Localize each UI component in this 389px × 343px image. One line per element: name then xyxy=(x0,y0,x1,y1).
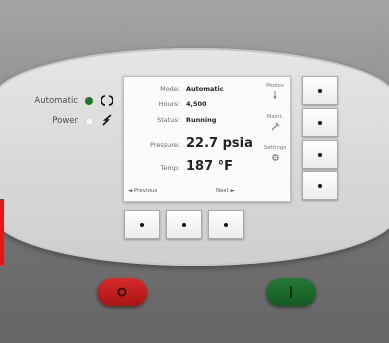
power-label: Power xyxy=(52,116,78,126)
start-button[interactable] xyxy=(266,278,316,306)
hours-value: 4,500 xyxy=(186,100,207,108)
automatic-label: Automatic xyxy=(34,96,78,106)
button-dot xyxy=(318,120,322,125)
hours-label: Hours: xyxy=(158,100,180,108)
stop-button[interactable] xyxy=(97,278,147,306)
button-dot xyxy=(182,222,186,227)
side-menu-settings[interactable]: Settings xyxy=(262,145,288,151)
status-value: Running xyxy=(186,116,217,124)
bottom-button-1[interactable] xyxy=(124,210,160,239)
side-button-2[interactable] xyxy=(302,108,338,137)
previous-nav[interactable]: ◄ Previous xyxy=(128,188,157,194)
mode-value: Automatic xyxy=(186,85,224,93)
lightning-icon xyxy=(102,114,112,126)
button-dot xyxy=(318,88,322,93)
wrench-icon xyxy=(271,122,280,131)
next-nav[interactable]: Next ► xyxy=(216,188,235,194)
side-menu-modes[interactable]: Modes xyxy=(262,83,288,89)
bottom-button-3[interactable] xyxy=(208,210,244,239)
side-button-3[interactable] xyxy=(302,140,338,169)
button-dot xyxy=(318,183,322,188)
temp-label: Temp: xyxy=(160,164,180,172)
automatic-led xyxy=(85,97,93,105)
side-button-4[interactable] xyxy=(302,171,338,200)
start-line-icon xyxy=(290,286,292,298)
auto-cycle-icon xyxy=(101,95,113,106)
status-label: Status: xyxy=(157,116,180,124)
display-screen: Mode: Automatic Hours: 4,500 Status: Run… xyxy=(123,76,291,202)
side-button-1[interactable] xyxy=(302,76,338,105)
temp-value: 187 °F xyxy=(186,159,234,174)
mode-label: Mode: xyxy=(160,85,180,93)
button-dot xyxy=(318,152,322,157)
red-accent-strip xyxy=(0,199,4,265)
gear-icon xyxy=(272,154,279,161)
pressure-value: 22.7 psia xyxy=(186,136,253,151)
button-dot xyxy=(224,222,228,227)
bottom-button-2[interactable] xyxy=(166,210,202,239)
pressure-label: Pressure: xyxy=(150,141,180,149)
stop-circle-icon xyxy=(117,287,127,297)
modes-icon xyxy=(273,91,277,99)
side-menu-maint[interactable]: Maint. xyxy=(262,114,288,120)
power-led xyxy=(85,117,94,126)
button-dot xyxy=(140,222,144,227)
